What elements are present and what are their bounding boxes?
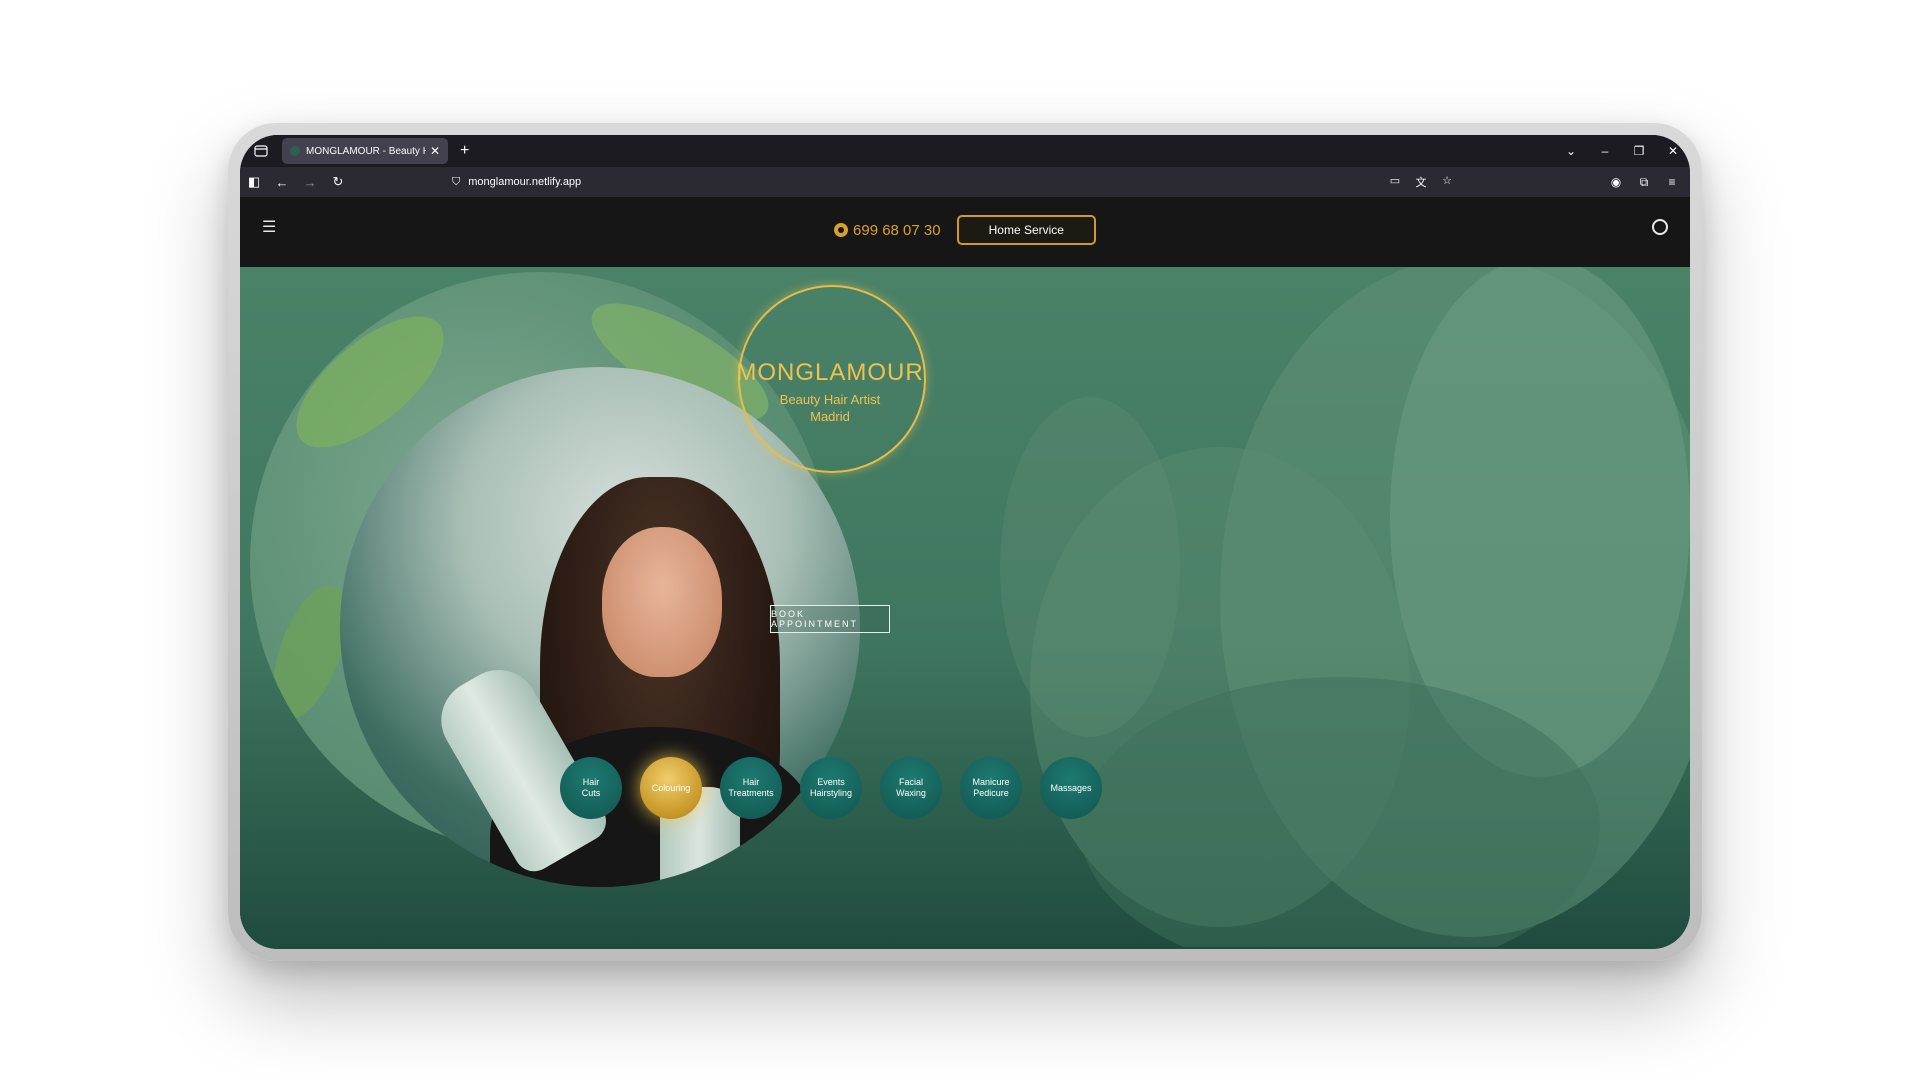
- browser-tabbar: MONGLAMOUR - Beauty Hair A ✕ + ⌄ – ❐ ✕: [240, 135, 1690, 167]
- logo-title: MONGLAMOUR: [736, 359, 924, 386]
- restore-icon[interactable]: ❐: [1622, 144, 1656, 158]
- service-hair-treatments[interactable]: Hair Treatments: [720, 757, 782, 819]
- service-manicure-pedicure[interactable]: Manicure Pedicure: [960, 757, 1022, 819]
- phone-number: 699 68 07 30: [853, 221, 941, 239]
- service-facial-waxing[interactable]: Facial Waxing: [880, 757, 942, 819]
- minimize-icon[interactable]: –: [1588, 144, 1622, 158]
- extensions-icon[interactable]: ⧉: [1632, 175, 1656, 190]
- language-globe-icon[interactable]: [1652, 219, 1668, 235]
- service-label: Facial: [898, 777, 923, 787]
- tab-title: MONGLAMOUR - Beauty Hair A: [306, 145, 426, 157]
- whatsapp-icon: [834, 223, 849, 237]
- service-label: Pedicure: [973, 788, 1009, 798]
- service-label: Colouring: [651, 782, 691, 793]
- logo-tagline: Beauty Hair Artist: [779, 392, 881, 407]
- service-label: Massages: [1050, 782, 1092, 793]
- bookmark-star-icon[interactable]: ☆: [1437, 174, 1457, 190]
- reload-icon[interactable]: ↻: [324, 174, 352, 190]
- account-icon[interactable]: ◉: [1604, 175, 1628, 190]
- hero-section: MONGLAMOUR Beauty Hair Artist Madrid BOO…: [240, 267, 1690, 949]
- new-tab-button[interactable]: +: [460, 142, 469, 160]
- service-label: Manicure: [972, 777, 1010, 787]
- service-label: Cuts: [581, 788, 601, 798]
- service-label: Events: [817, 777, 845, 787]
- model-face: [602, 527, 722, 677]
- toolbar-right: ◉ ⧉ ≡: [1604, 175, 1684, 190]
- site-header: ☰ 699 68 07 30 Home Service: [240, 197, 1690, 267]
- service-label: Hairstyling: [809, 788, 852, 798]
- service-colouring[interactable]: Colouring: [640, 757, 702, 819]
- url-bar[interactable]: ⛉ monglamour.netlify.app ▭ 文 ☆: [452, 170, 1457, 194]
- device-screen: MONGLAMOUR - Beauty Hair A ✕ + ⌄ – ❐ ✕ ◧…: [240, 135, 1690, 949]
- logo-city: Madrid: [810, 409, 850, 424]
- service-label: Waxing: [896, 788, 926, 798]
- site-favicon-icon: [290, 146, 300, 156]
- service-massages[interactable]: Massages: [1040, 757, 1102, 819]
- book-appointment-button[interactable]: BOOK APPOINTMENT: [770, 605, 890, 633]
- url-text[interactable]: monglamour.netlify.app: [468, 176, 581, 188]
- service-label: Hair: [742, 777, 760, 787]
- window-controls: ⌄ – ❐ ✕: [1554, 144, 1690, 158]
- phone-link[interactable]: 699 68 07 30: [834, 222, 941, 239]
- tracking-shield-icon[interactable]: ⛉: [452, 176, 460, 189]
- browser-tab-active[interactable]: MONGLAMOUR - Beauty Hair A ✕: [282, 138, 448, 164]
- service-events-hairstyling[interactable]: Events Hairstyling: [800, 757, 862, 819]
- forward-icon[interactable]: →: [296, 175, 324, 190]
- close-window-icon[interactable]: ✕: [1656, 144, 1690, 158]
- translate-icon[interactable]: 文: [1411, 174, 1431, 190]
- home-service-button[interactable]: Home Service: [956, 215, 1096, 245]
- sidebar-toggle-icon[interactable]: ◧: [240, 174, 268, 190]
- service-hair-cuts[interactable]: Hair Cuts: [560, 757, 622, 819]
- logo-subtitle: Beauty Hair Artist Madrid: [680, 391, 980, 425]
- services-row: Hair Cuts Colouring Hair Treatments Events…: [560, 757, 1102, 819]
- service-label: Treatments: [728, 788, 774, 798]
- back-icon[interactable]: ←: [268, 175, 296, 190]
- tab-close-icon[interactable]: ✕: [430, 144, 440, 158]
- app-menu-icon[interactable]: ≡: [1660, 175, 1684, 190]
- tab-list-icon[interactable]: [250, 142, 272, 160]
- header-center: 699 68 07 30 Home Service: [240, 215, 1690, 245]
- reader-mode-icon[interactable]: ▭: [1385, 174, 1405, 190]
- url-actions: ▭ 文 ☆: [1385, 174, 1457, 190]
- list-all-tabs-icon[interactable]: ⌄: [1554, 144, 1588, 158]
- service-label: Hair: [582, 777, 600, 787]
- device-frame: MONGLAMOUR - Beauty Hair A ✕ + ⌄ – ❐ ✕ ◧…: [228, 123, 1702, 961]
- browser-navbar: ◧ ← → ↻ ⛉ monglamour.netlify.app ▭ 文 ☆ ◉…: [240, 167, 1690, 197]
